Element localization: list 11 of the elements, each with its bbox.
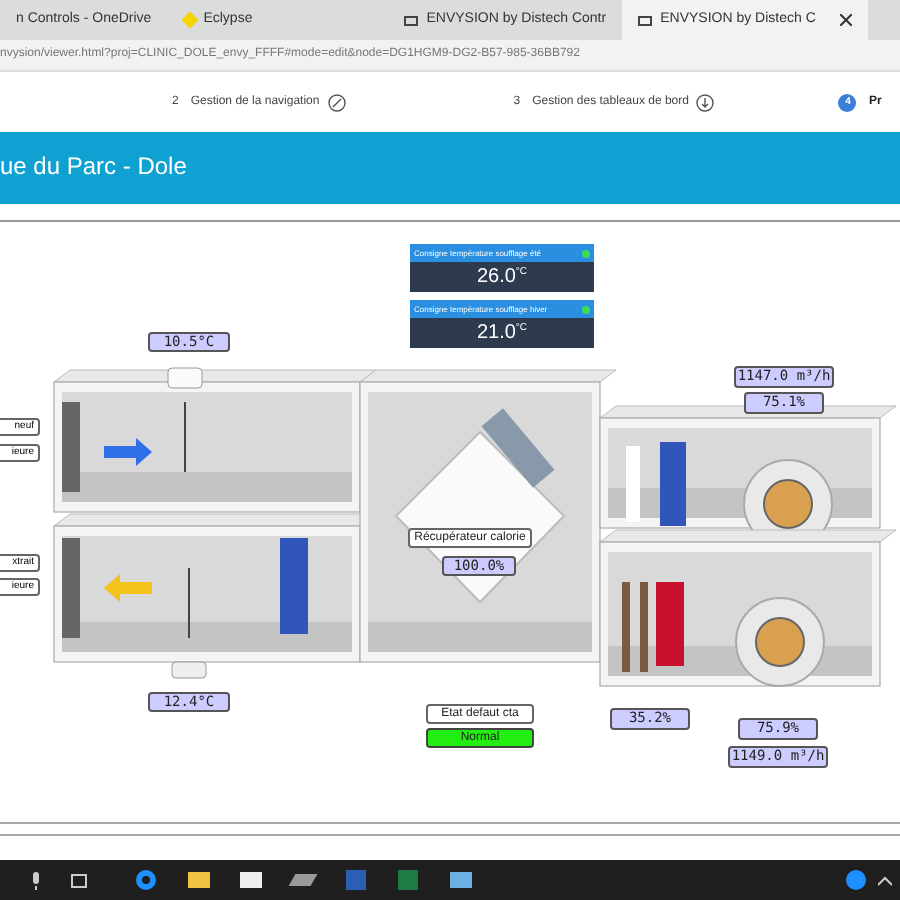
close-icon[interactable] — [839, 14, 852, 26]
browser-icon[interactable] — [136, 870, 156, 890]
task-view-icon[interactable] — [70, 873, 88, 887]
window-icon — [638, 15, 653, 25]
page-title: ue du Parc - Dole — [0, 150, 187, 184]
app-icon[interactable] — [288, 874, 318, 886]
microphone-icon[interactable] — [30, 871, 42, 889]
chevron-up-icon[interactable] — [878, 875, 892, 885]
window-icon — [404, 15, 419, 25]
download-icon — [696, 93, 715, 111]
help-icon[interactable] — [846, 870, 866, 890]
